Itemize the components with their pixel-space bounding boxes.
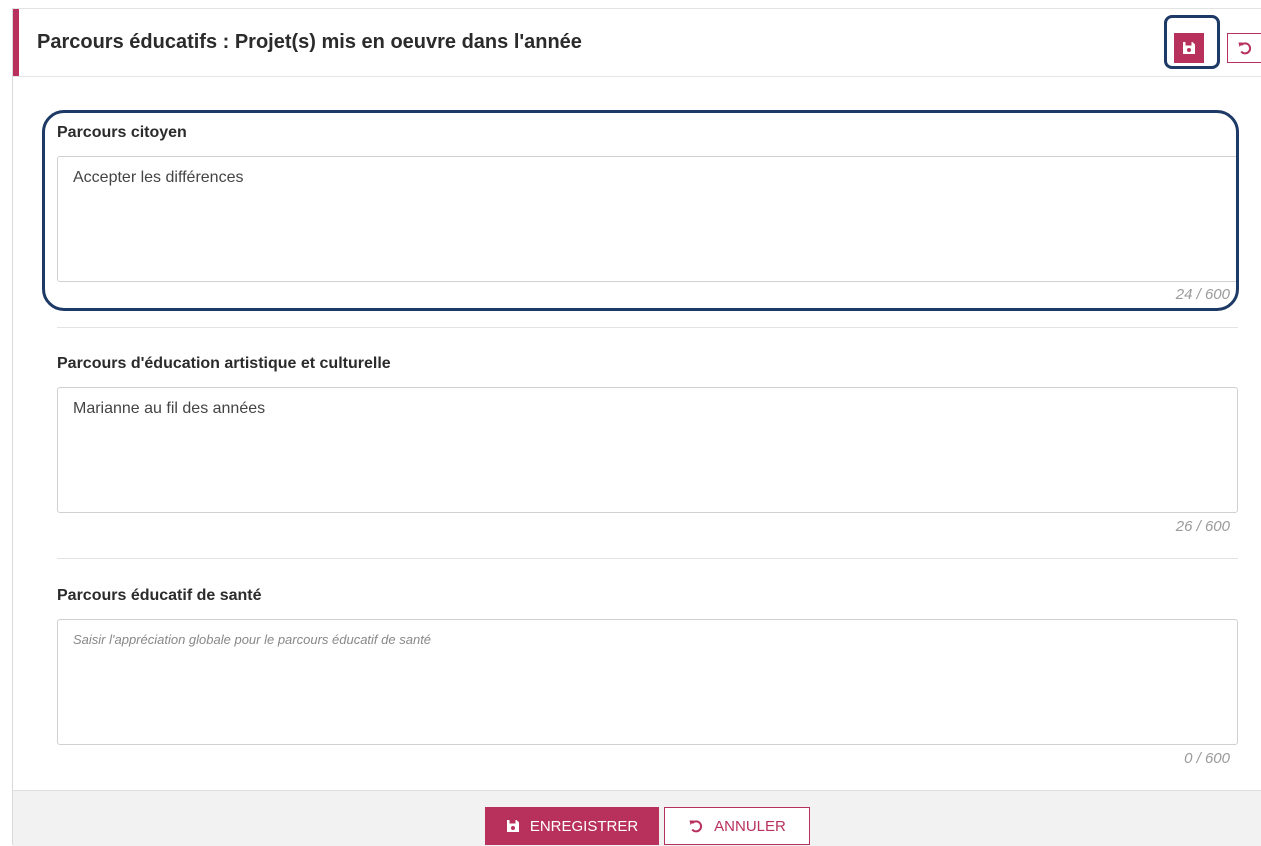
header-accent-bar — [13, 9, 19, 76]
header-save-button[interactable] — [1174, 33, 1204, 63]
parcours-citoyen-textarea[interactable]: Accepter les différences — [57, 156, 1238, 282]
field-label: Parcours d'éducation artistique et cultu… — [57, 355, 391, 372]
enregistrer-button[interactable]: ENREGISTRER — [485, 807, 659, 845]
header-cancel-button[interactable] — [1227, 33, 1261, 63]
projects-panel: Parcours éducatifs : Projet(s) mis en oe… — [12, 8, 1261, 846]
panel-header: Parcours éducatifs : Projet(s) mis en oe… — [13, 9, 1261, 77]
page-title: Parcours éducatifs : Projet(s) mis en oe… — [37, 31, 582, 53]
parcours-artistique-textarea[interactable]: Marianne au fil des années — [57, 387, 1238, 513]
section-divider — [57, 558, 1238, 559]
floppy-disk-icon — [1182, 41, 1196, 55]
annuler-label: ANNULER — [714, 817, 786, 835]
enregistrer-label: ENREGISTRER — [529, 817, 639, 835]
parcours-sante-textarea[interactable] — [57, 619, 1238, 745]
field-label: Parcours citoyen — [57, 124, 187, 141]
field-label: Parcours éducatif de santé — [57, 587, 262, 604]
char-counter: 24 / 600 — [1175, 286, 1230, 303]
floppy-disk-icon — [506, 819, 520, 833]
undo-icon — [1237, 40, 1253, 56]
section-divider — [57, 327, 1238, 328]
char-counter: 26 / 600 — [1175, 518, 1230, 535]
form-footer: ENREGISTRER ANNULER — [13, 790, 1261, 846]
annuler-button[interactable]: ANNULER — [664, 807, 810, 845]
undo-icon — [688, 818, 704, 834]
char-counter: 0 / 600 — [1184, 750, 1230, 767]
